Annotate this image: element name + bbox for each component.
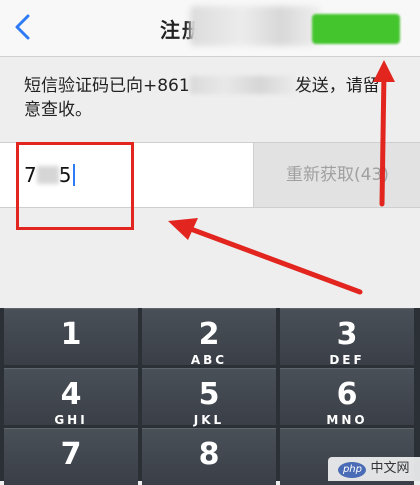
key-1[interactable]: 1 — [4, 308, 138, 365]
arrow-to-code-line — [177, 222, 363, 295]
blurred-region — [190, 6, 320, 46]
numeric-keypad: 1 2 ABC 3 DEF 4 GHI 5 JKL 6 MNO 7 8 — [0, 308, 420, 485]
annotation-highlight-box — [16, 142, 134, 230]
watermark-text: 中文网 — [370, 461, 410, 476]
site-watermark: php 中文网 — [328, 457, 420, 481]
key-7[interactable]: 7 — [4, 428, 138, 485]
resend-code-button[interactable]: 重新获取(43) — [253, 143, 420, 207]
phone-number-mask — [189, 76, 295, 94]
next-button[interactable] — [312, 14, 400, 44]
notice-prefix: 短信验证码已向+861 — [24, 76, 190, 96]
key-3[interactable]: 3 DEF — [280, 308, 414, 367]
key-5[interactable]: 5 JKL — [142, 368, 276, 427]
sms-notice: 短信验证码已向+861 发送，请留意查收。 — [24, 74, 396, 122]
key-8[interactable]: 8 — [142, 428, 276, 485]
key-2[interactable]: 2 ABC — [142, 308, 276, 367]
php-logo: php — [338, 462, 367, 478]
key-4[interactable]: 4 GHI — [4, 368, 138, 427]
navigation-bar: 注册 — [0, 0, 420, 57]
chevron-left-icon[interactable] — [12, 14, 36, 40]
arrow-to-code-head — [168, 218, 198, 240]
key-6[interactable]: 6 MNO — [280, 368, 414, 427]
